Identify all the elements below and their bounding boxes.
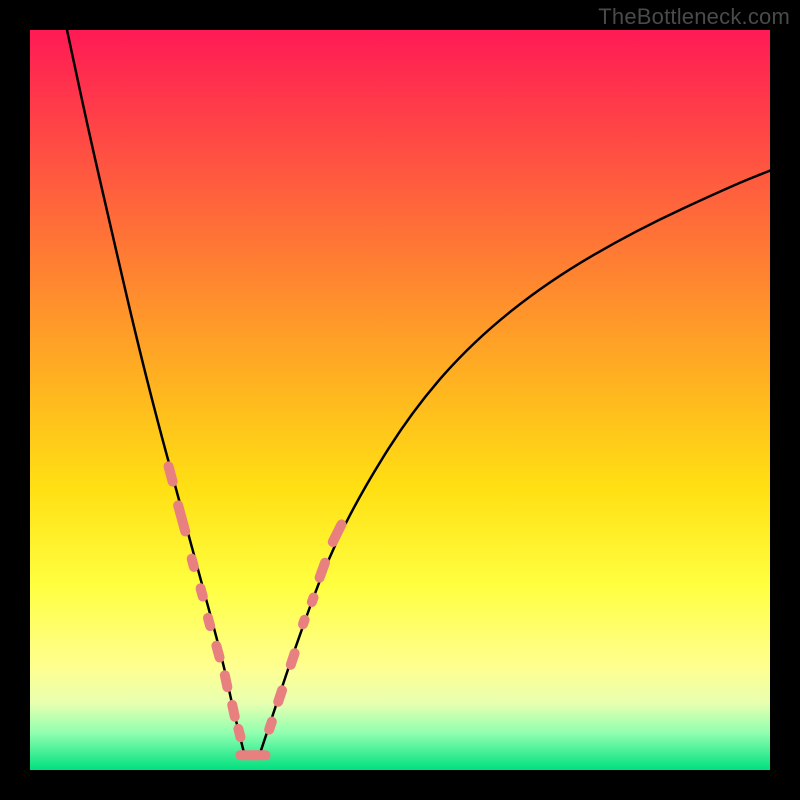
curve-right-branch — [259, 171, 770, 756]
data-marker — [284, 647, 301, 671]
data-marker — [162, 460, 178, 488]
data-marker — [210, 640, 225, 664]
data-marker — [305, 591, 319, 608]
marker-group — [162, 460, 348, 760]
plot-area — [30, 30, 770, 770]
data-marker — [232, 723, 246, 743]
data-marker — [297, 613, 311, 630]
data-marker — [313, 556, 331, 584]
data-marker — [226, 699, 240, 723]
data-marker — [263, 715, 278, 736]
data-marker — [172, 499, 191, 537]
data-marker — [219, 669, 233, 693]
curve-layer — [30, 30, 770, 770]
data-marker — [248, 750, 270, 760]
chart-frame: TheBottleneck.com — [0, 0, 800, 800]
data-marker — [326, 518, 348, 549]
watermark-text: TheBottleneck.com — [598, 4, 790, 30]
data-marker — [272, 684, 289, 708]
